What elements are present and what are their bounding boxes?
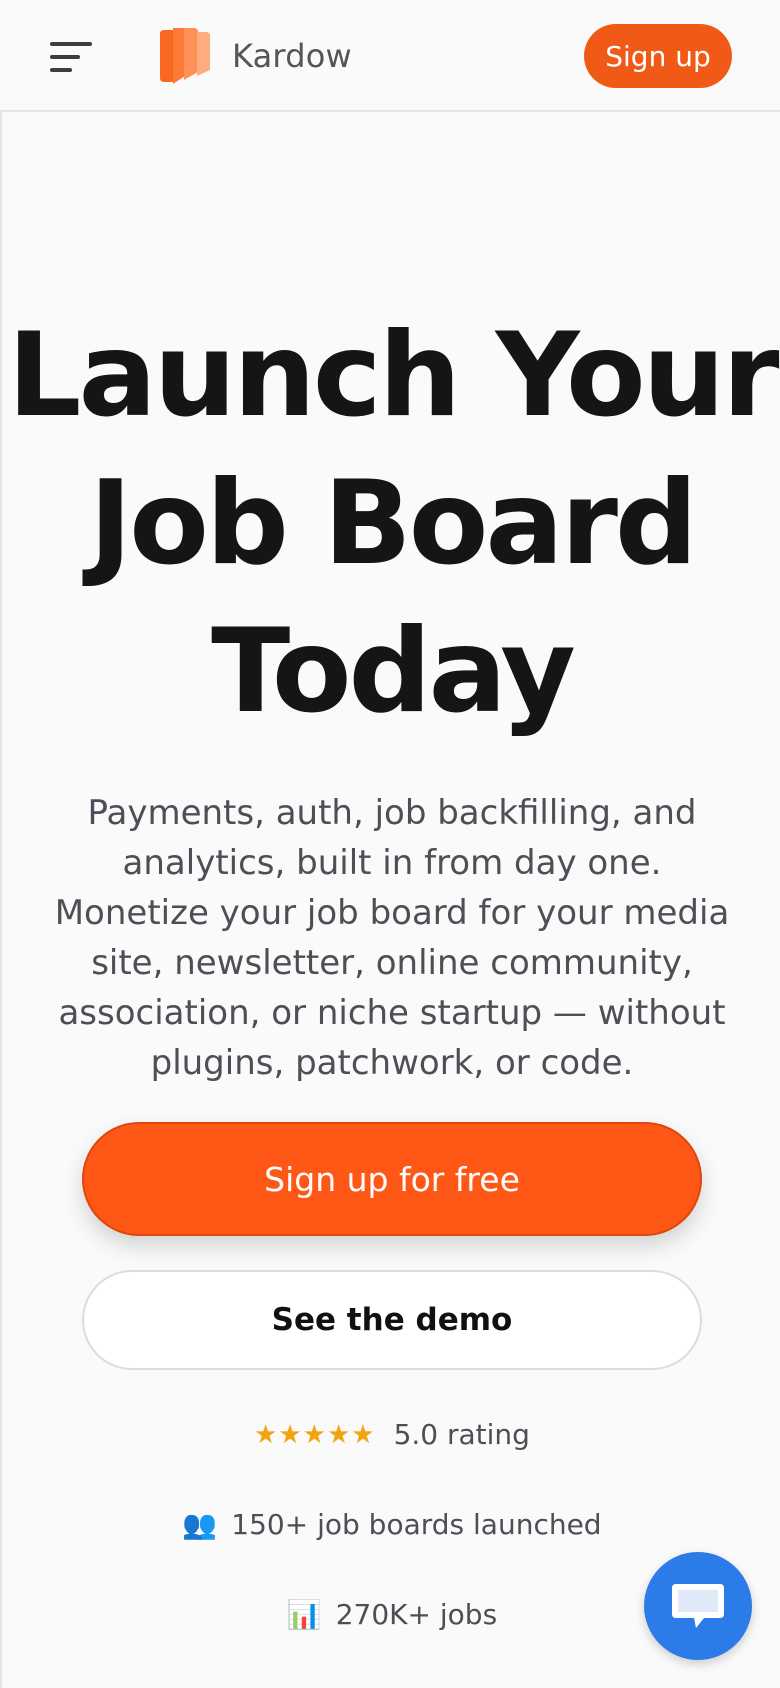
landing-page: Kardow Sign up Launch Your Job Board Tod… xyxy=(0,0,780,1688)
hero-description-line: association, or niche startup — without xyxy=(58,993,726,1033)
hero-title-line: Job Board xyxy=(89,456,698,591)
hero-description-line: Payments, auth, job backfilling, and xyxy=(87,793,697,833)
brand-logo-link[interactable]: Kardow xyxy=(158,26,352,86)
hero-description: Payments, auth, job backfilling, and ana… xyxy=(42,788,742,1088)
chat-widget-button[interactable] xyxy=(644,1552,752,1660)
chat-bubble-icon xyxy=(672,1584,724,1628)
rating-stat: ★★★★★ 5.0 rating xyxy=(2,1418,780,1451)
people-icon: 👥 xyxy=(182,1508,218,1541)
hero-description-line: plugins, patchwork, or code. xyxy=(150,1043,634,1083)
hero-description-line: analytics, built in from day one. xyxy=(122,843,662,883)
bar-chart-icon: 📊 xyxy=(286,1598,322,1631)
signup-free-button[interactable]: Sign up for free xyxy=(82,1122,702,1236)
jobs-label: 270K+ jobs xyxy=(335,1598,498,1631)
rating-label: 5.0 rating xyxy=(393,1418,530,1451)
boards-stat: 👥 150+ job boards launched xyxy=(2,1508,780,1541)
see-demo-button[interactable]: See the demo xyxy=(82,1270,702,1370)
hero-title-line: Launch Your xyxy=(7,308,780,443)
header-signup-button[interactable]: Sign up xyxy=(584,24,732,88)
menu-line xyxy=(50,68,72,72)
star-rating-icon: ★★★★★ xyxy=(254,1419,376,1450)
kardow-logo-icon xyxy=(160,28,210,84)
hero-title-line: Today xyxy=(211,604,576,739)
hamburger-menu-icon[interactable] xyxy=(50,40,94,74)
hero-section: Launch Your Job Board Today Payments, au… xyxy=(0,112,780,1688)
hero-description-line: site, newsletter, online community, xyxy=(91,943,693,983)
site-header: Kardow Sign up xyxy=(0,0,780,112)
menu-line xyxy=(50,55,80,59)
brand-name: Kardow xyxy=(232,37,352,75)
hero-title: Launch Your Job Board Today xyxy=(2,302,780,746)
boards-label: 150+ job boards launched xyxy=(231,1508,602,1541)
menu-line xyxy=(50,42,92,46)
hero-description-line: Monetize your job board for your media xyxy=(54,893,730,933)
